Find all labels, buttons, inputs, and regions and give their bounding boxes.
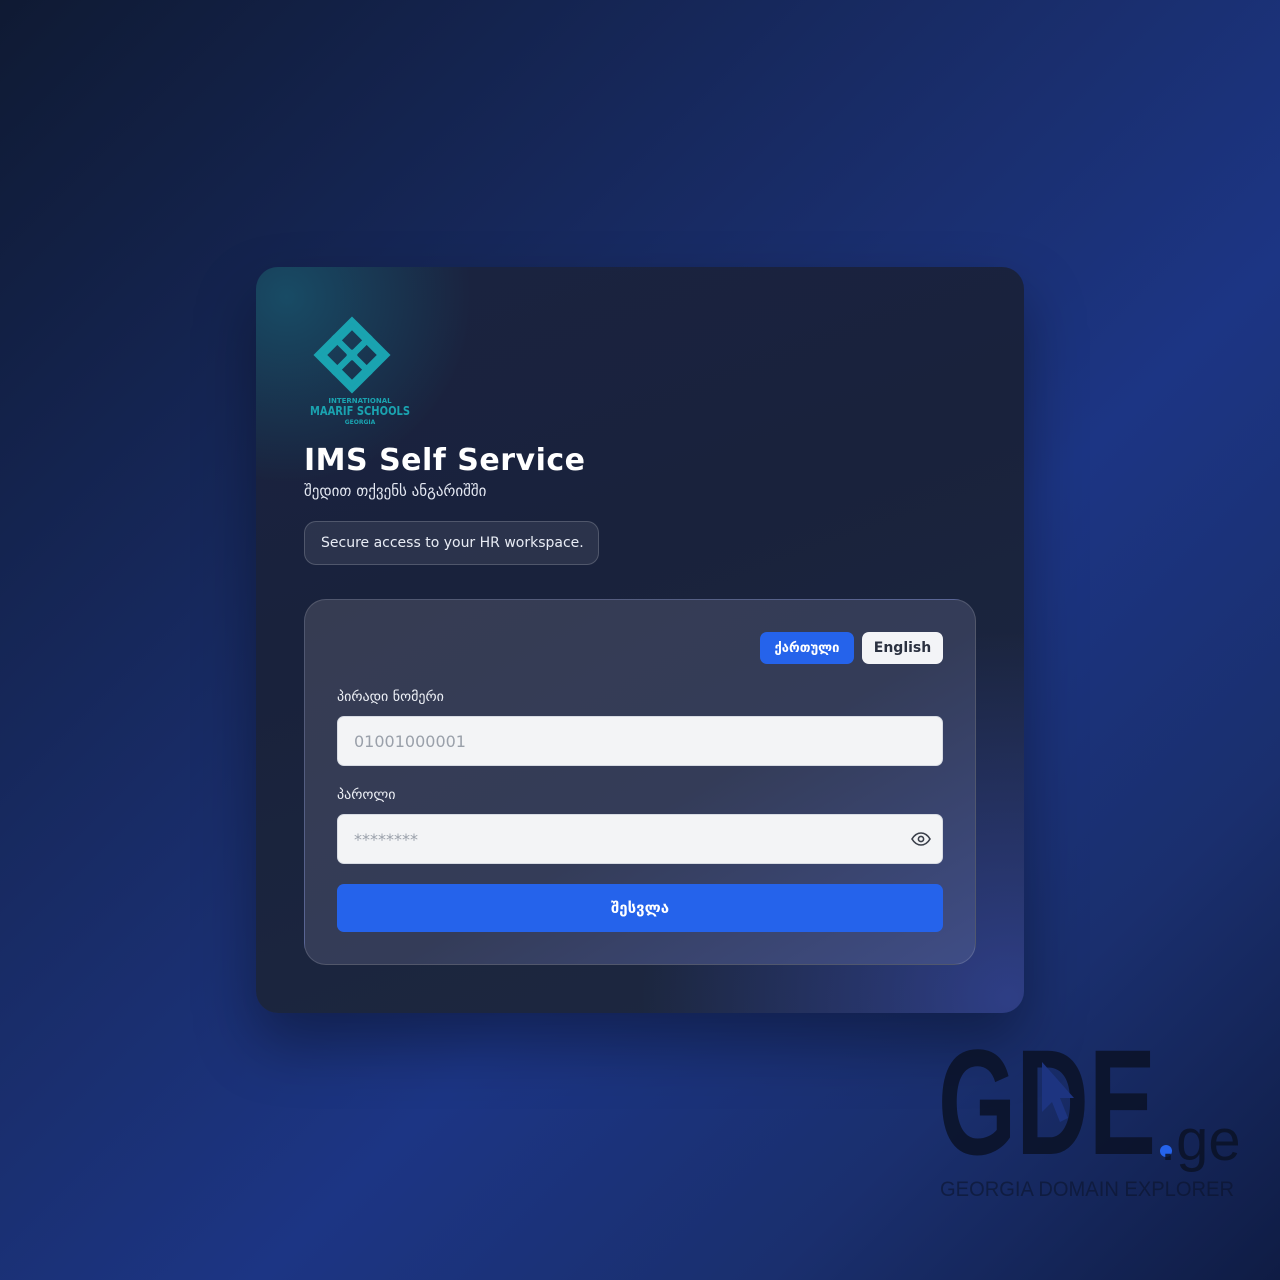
logo-line3: GEORGIA xyxy=(345,419,376,426)
password-label: პაროლი xyxy=(337,787,396,803)
watermark-tagline: GEORGIA DOMAIN EXPLORER xyxy=(940,1178,1234,1201)
login-form-panel: ქართული English პირადი ნომერი პაროლი შეს… xyxy=(304,599,976,965)
language-georgian-button[interactable]: ქართული xyxy=(760,632,854,664)
personal-id-input[interactable] xyxy=(337,716,943,766)
personal-id-label: პირადი ნომერი xyxy=(337,689,444,705)
password-input[interactable] xyxy=(337,814,943,864)
gde-watermark-logo: GDE .ge GEORGIA DOMAIN EXPLORER xyxy=(938,1036,1238,1201)
login-submit-button[interactable]: შესვლა xyxy=(337,884,943,932)
tagline-badge: Secure access to your HR workspace. xyxy=(304,521,599,565)
logo-line2: MAARIF SCHOOLS xyxy=(310,404,410,418)
watermark-brand: GDE xyxy=(938,1036,1156,1186)
page-title: IMS Self Service xyxy=(304,443,586,478)
watermark-tld: .ge xyxy=(1160,1108,1238,1173)
page-subtitle: შედით თქვენს ანგარიშში xyxy=(304,482,487,500)
eye-icon[interactable] xyxy=(910,828,932,850)
language-english-button[interactable]: English xyxy=(862,632,943,664)
login-card: INTERNATIONAL MAARIF SCHOOLS GEORGIA IMS… xyxy=(256,267,1024,1013)
maarif-logo: INTERNATIONAL MAARIF SCHOOLS GEORGIA xyxy=(310,316,410,426)
